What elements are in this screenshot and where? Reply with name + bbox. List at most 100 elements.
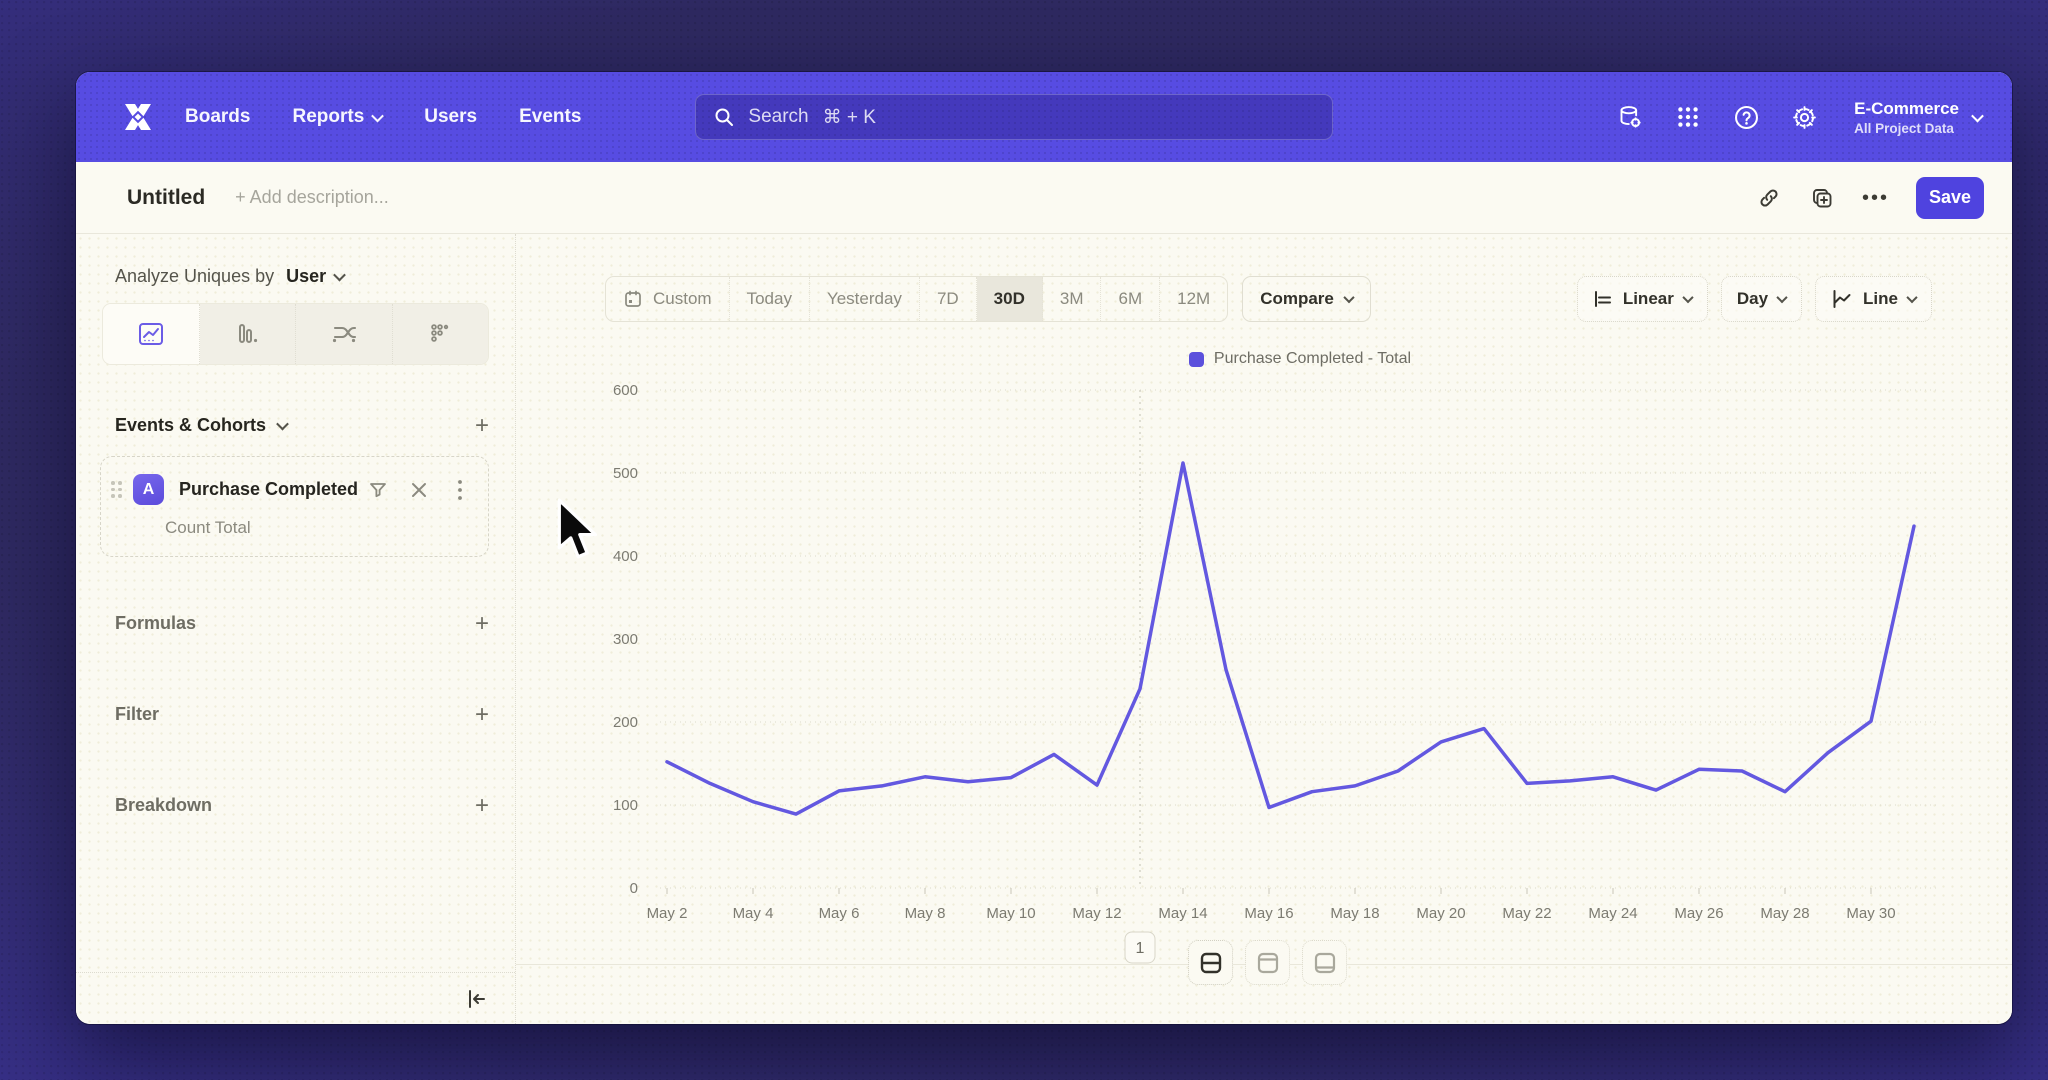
project-switcher[interactable]: E-Commerce All Project Data (1854, 99, 1982, 136)
line-chart[interactable]: 0100200300400500600May 2May 4May 6May 8M… (516, 380, 1996, 976)
event-card[interactable]: A Purchase Completed (100, 456, 489, 557)
help-icon[interactable] (1732, 103, 1760, 131)
event-name[interactable]: Purchase Completed (179, 479, 368, 500)
kebab-menu-icon[interactable] (450, 480, 470, 500)
events-cohorts-header[interactable]: Events & Cohorts + (115, 415, 489, 436)
svg-text:500: 500 (613, 465, 638, 482)
range-custom[interactable]: Custom (606, 277, 730, 321)
range-label: Yesterday (827, 289, 902, 309)
date-range-selector: Custom Today Yesterday 7D 30D 3M 6M 12M (605, 276, 1228, 322)
settings-gear-icon[interactable] (1790, 103, 1818, 131)
apps-grid-icon[interactable] (1674, 103, 1702, 131)
search-shortcut: ⌘ + K (823, 106, 876, 129)
add-breakdown-button[interactable]: + (475, 796, 489, 816)
range-label: Custom (653, 289, 712, 309)
svg-text:May 30: May 30 (1846, 905, 1895, 922)
svg-text:300: 300 (613, 631, 638, 648)
svg-text:May 8: May 8 (905, 905, 946, 922)
sidebar-row-breakdown[interactable]: Breakdown + (115, 795, 489, 816)
svg-text:May 28: May 28 (1760, 905, 1809, 922)
mixpanel-logo-icon (118, 97, 158, 137)
copy-link-icon[interactable] (1756, 185, 1782, 211)
range-yesterday[interactable]: Yesterday (810, 277, 920, 321)
chevron-down-icon (1971, 109, 1984, 122)
row-label: Breakdown (115, 795, 212, 816)
add-filter-button[interactable]: + (475, 705, 489, 725)
scale-selector[interactable]: Linear (1577, 276, 1708, 322)
report-title[interactable]: Untitled (127, 186, 205, 210)
range-label: 30D (994, 289, 1025, 309)
event-card-icons (368, 480, 470, 500)
svg-text:May 18: May 18 (1330, 905, 1379, 922)
nav-item-boards[interactable]: Boards (185, 106, 250, 128)
svg-text:May 14: May 14 (1158, 905, 1207, 922)
add-event-button[interactable]: + (475, 416, 489, 436)
svg-text:May 6: May 6 (819, 905, 860, 922)
range-label: 6M (1118, 289, 1142, 309)
data-settings-icon[interactable] (1616, 103, 1644, 131)
range-label: 7D (937, 289, 959, 309)
drag-handle-icon[interactable] (111, 481, 125, 498)
svg-text:200: 200 (613, 714, 638, 731)
save-button[interactable]: Save (1916, 177, 1984, 219)
add-description-field[interactable]: + Add description... (235, 187, 389, 208)
compare-button[interactable]: Compare (1242, 276, 1371, 322)
range-3m[interactable]: 3M (1043, 277, 1102, 321)
project-name: E-Commerce (1854, 99, 1959, 119)
range-12m[interactable]: 12M (1160, 277, 1227, 321)
range-label: 3M (1060, 289, 1084, 309)
tab-insights-line[interactable] (103, 304, 200, 364)
range-30d[interactable]: 30D (977, 277, 1043, 321)
nav-item-label: Events (519, 106, 581, 128)
chevron-down-icon (333, 269, 346, 282)
chart-panel: Custom Today Yesterday 7D 30D 3M 6M 12M … (516, 234, 2012, 1024)
tab-bar-chart[interactable] (200, 304, 297, 364)
range-7d[interactable]: 7D (920, 277, 977, 321)
add-formula-button[interactable]: + (475, 614, 489, 634)
line-chart-container: 0100200300400500600May 2May 4May 6May 8M… (516, 380, 1996, 976)
project-text: E-Commerce All Project Data (1854, 99, 1959, 136)
tab-flows[interactable] (296, 304, 393, 364)
chart-type-selector[interactable]: Line (1815, 276, 1932, 322)
interval-label: Day (1737, 289, 1768, 309)
nav-item-reports[interactable]: Reports (292, 106, 382, 128)
top-nav-bar: Boards Reports Users Events Search ⌘ + K (76, 72, 2012, 162)
chevron-down-icon (1343, 292, 1354, 303)
chart-type-label: Line (1863, 289, 1898, 309)
svg-text:0: 0 (630, 880, 638, 897)
range-today[interactable]: Today (730, 277, 810, 321)
chevron-down-icon (1776, 292, 1787, 303)
events-cohorts-title: Events & Cohorts (115, 415, 266, 436)
search-input[interactable]: Search ⌘ + K (695, 94, 1333, 140)
interval-selector[interactable]: Day (1721, 276, 1802, 322)
tab-retention[interactable] (393, 304, 489, 364)
remove-event-icon[interactable] (409, 480, 429, 500)
collapse-sidebar-icon[interactable] (465, 987, 489, 1011)
mixpanel-logo[interactable] (115, 94, 161, 140)
layout-split-icon[interactable] (1188, 940, 1233, 985)
layout-top-icon[interactable] (1245, 940, 1290, 985)
chevron-down-icon (1906, 292, 1917, 303)
analyze-value: User (286, 266, 326, 287)
nav-item-users[interactable]: Users (424, 106, 477, 128)
filter-funnel-icon[interactable] (368, 480, 388, 500)
nav-item-events[interactable]: Events (519, 106, 581, 128)
range-6m[interactable]: 6M (1101, 277, 1160, 321)
line-chart-icon (1831, 288, 1853, 310)
more-options-button[interactable]: ••• (1862, 193, 1889, 203)
analyze-row: Analyze Uniques by User (115, 266, 487, 287)
sidebar-collapse-bar (76, 972, 515, 1024)
nav-item-label: Users (424, 106, 477, 128)
layout-bottom-icon[interactable] (1302, 940, 1347, 985)
analyze-label: Analyze Uniques by (115, 266, 274, 287)
event-badge[interactable]: A (133, 474, 164, 505)
search-icon (714, 107, 734, 127)
sidebar-row-formulas[interactable]: Formulas + (115, 613, 489, 634)
event-measurement[interactable]: Count Total (165, 518, 470, 538)
svg-text:1: 1 (1136, 940, 1145, 957)
chart-legend: Purchase Completed - Total (660, 350, 1940, 368)
analyze-value-dropdown[interactable]: User (286, 266, 344, 287)
sidebar-row-filter[interactable]: Filter + (115, 704, 489, 725)
chart-toolbar: Custom Today Yesterday 7D 30D 3M 6M 12M … (605, 276, 1932, 322)
duplicate-icon[interactable] (1809, 185, 1835, 211)
